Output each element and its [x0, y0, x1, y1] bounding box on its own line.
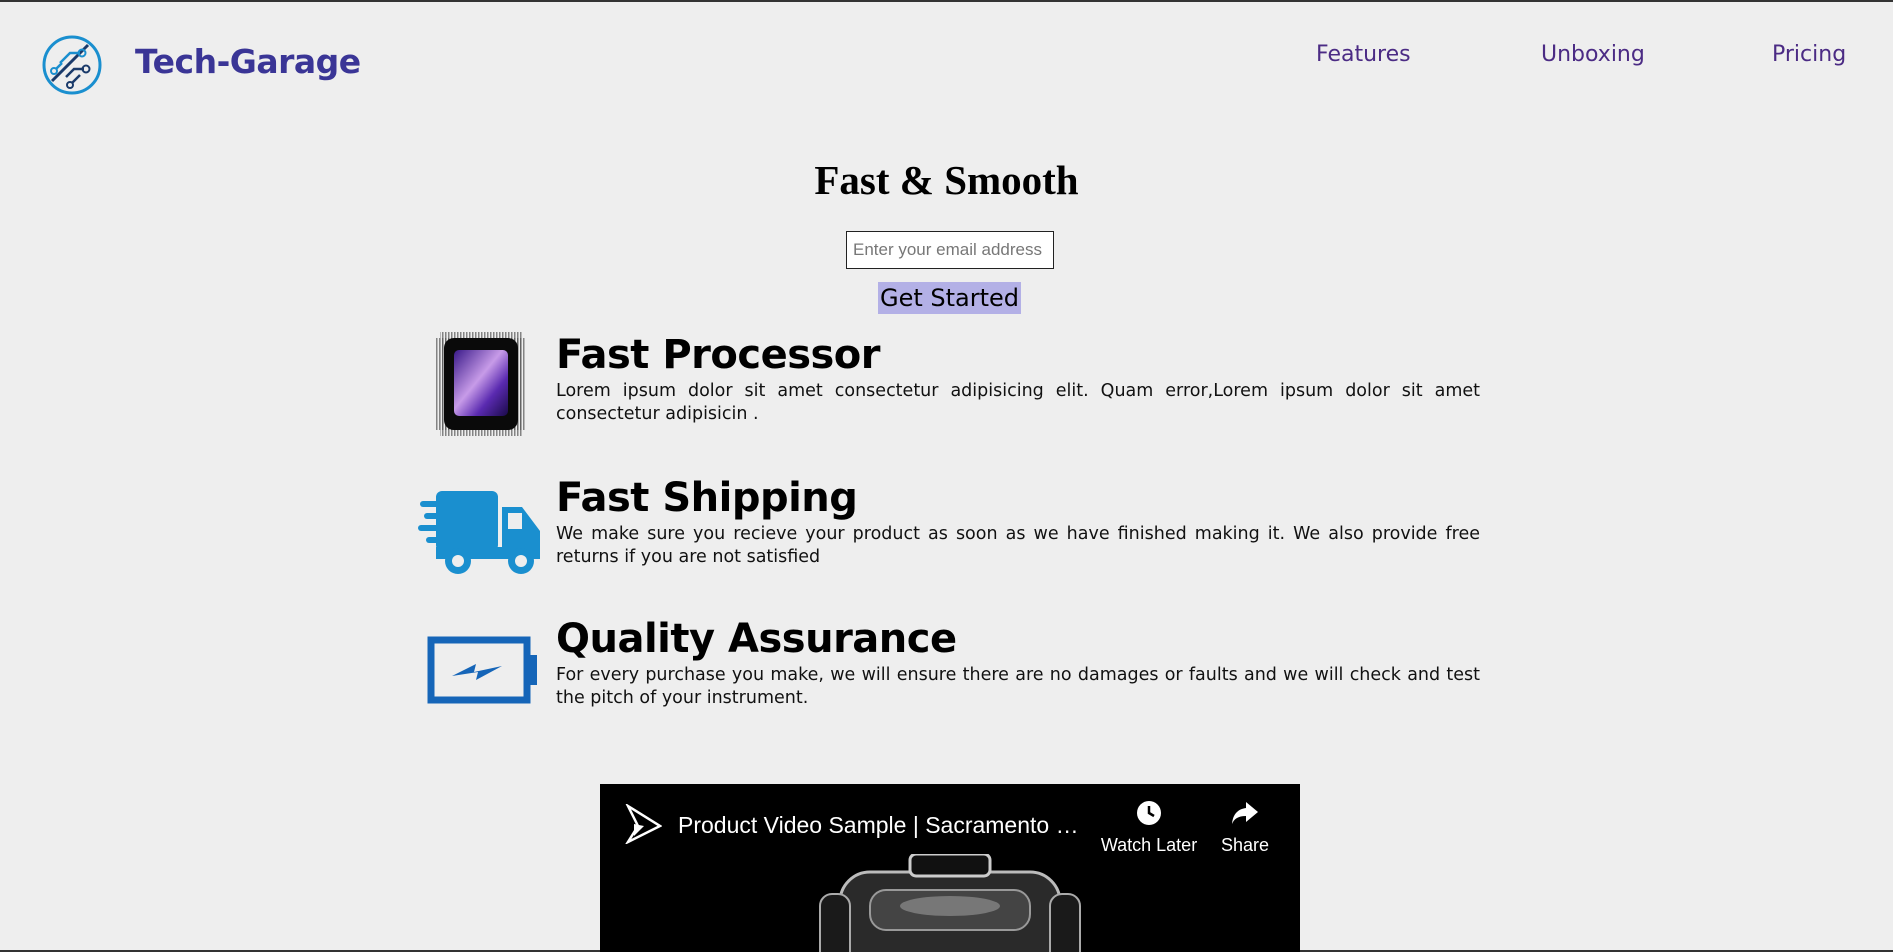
product-video-embed[interactable]: Product Video Sample | Sacramento Vi... …	[600, 784, 1300, 952]
brand-name[interactable]: Tech-Garage	[135, 42, 361, 81]
feature-text: Fast Shipping We make sure you recieve y…	[556, 475, 1480, 569]
product-case-image	[819, 854, 1081, 952]
nav-pricing[interactable]: Pricing	[1772, 42, 1846, 67]
feature-heading: Fast Processor	[556, 332, 881, 378]
delivery-truck-icon	[418, 491, 540, 574]
hero-title: Fast & Smooth	[814, 157, 1079, 203]
feature-text: Fast Processor Lorem ipsum dolor sit ame…	[556, 332, 1480, 426]
site-header: Tech-Garage Features Unboxing Pricing	[0, 2, 1893, 122]
processor-chip-icon	[436, 332, 526, 436]
watch-later-label: Watch Later	[1100, 835, 1198, 855]
video-channel-logo-icon[interactable]	[624, 804, 662, 844]
share-button[interactable]: Share	[1210, 800, 1280, 856]
feature-heading: Quality Assurance	[556, 616, 957, 662]
feature-description: Lorem ipsum dolor sit amet consectetur a…	[556, 381, 1480, 424]
feature-description: For every purchase you make, we will ens…	[556, 665, 1480, 708]
battery-charge-icon	[427, 636, 537, 704]
nav-unboxing[interactable]: Unboxing	[1541, 42, 1645, 67]
watch-later-button[interactable]: Watch Later	[1094, 800, 1204, 856]
video-title[interactable]: Product Video Sample | Sacramento Vi...	[678, 812, 1088, 839]
feature-description: We make sure you recieve your product as…	[556, 524, 1480, 567]
get-started-button[interactable]: Get Started	[878, 282, 1021, 314]
nav-features[interactable]: Features	[1316, 42, 1411, 67]
feature-heading: Fast Shipping	[556, 475, 858, 521]
circuit-logo-icon[interactable]	[40, 33, 104, 97]
share-arrow-icon	[1232, 802, 1258, 824]
feature-text: Quality Assurance For every purchase you…	[556, 616, 1480, 710]
email-input[interactable]	[846, 231, 1054, 269]
share-label: Share	[1220, 835, 1270, 855]
clock-icon	[1137, 801, 1161, 825]
